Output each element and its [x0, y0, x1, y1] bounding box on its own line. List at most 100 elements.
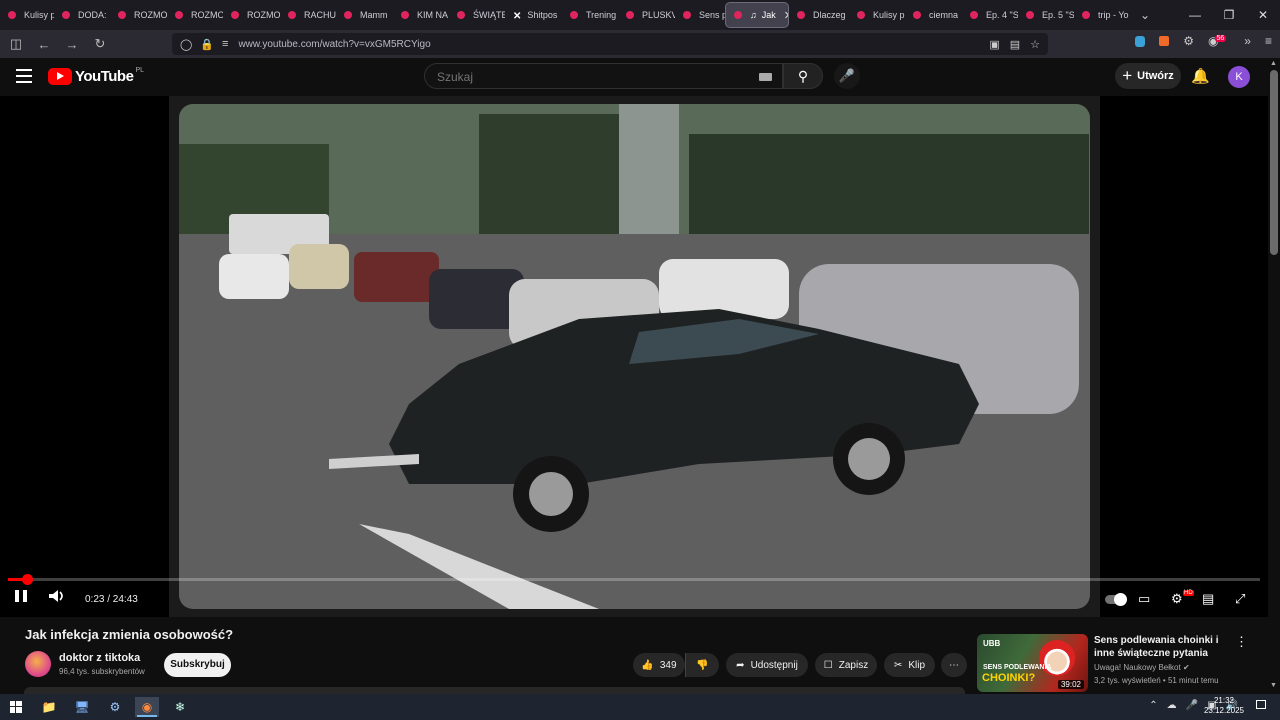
like-button[interactable]: 👍 349 — [633, 653, 685, 677]
subscribe-button[interactable]: Subskrybuj — [164, 653, 231, 677]
search-box — [424, 63, 783, 89]
bookmark-star-icon[interactable]: ☆ — [1030, 38, 1040, 51]
recommended-video-title[interactable]: Sens podlewania choinki i inne świąteczn… — [1094, 634, 1234, 660]
progress-scrubber[interactable] — [22, 574, 34, 585]
tab-label: Trening — [586, 10, 617, 20]
theater-mode-button[interactable]: ▤ — [1202, 591, 1214, 607]
browser-tab[interactable]: Mamm — [336, 0, 393, 30]
reload-icon[interactable]: ↻ — [88, 36, 112, 52]
browser-tab[interactable]: Ep. 4 "S — [962, 0, 1018, 30]
browser-tab[interactable]: PLUSKV — [618, 0, 675, 30]
video-frame[interactable] — [169, 96, 1100, 617]
keyboard-icon[interactable] — [759, 73, 772, 81]
video-player[interactable]: 0:23 / 24:43 ▭ ⚙ HD ▤ ⤢ — [0, 96, 1268, 617]
tab-list-chevron-icon[interactable]: ⌄ — [1140, 8, 1150, 22]
youtube-icon — [1026, 11, 1034, 19]
overflow-menu-icon[interactable]: » — [1244, 34, 1251, 48]
url-bar[interactable]: ◯ 🔒 ≡ www.youtube.com/watch?v=vxGM5RCYig… — [172, 33, 1048, 55]
browser-tab[interactable]: RACHU — [280, 0, 336, 30]
search-input[interactable] — [435, 69, 739, 85]
notifications-bell-icon[interactable]: 🔔 — [1191, 67, 1210, 85]
minimize-icon[interactable]: — — [1178, 0, 1212, 30]
browser-tab[interactable]: KIM NA — [393, 0, 449, 30]
browser-tab[interactable]: trip - Yo — [1074, 0, 1130, 30]
browser-tab[interactable]: Sens po — [675, 0, 725, 30]
start-windows-icon[interactable] — [4, 697, 28, 717]
browser-tab[interactable]: Dlaczeg — [789, 0, 849, 30]
page-scrollbar[interactable]: ▲ ▼ — [1268, 58, 1280, 694]
recommended-channel[interactable]: Uwaga! Naukowy Bełkot ✔ — [1094, 663, 1190, 672]
restore-icon[interactable]: ❐ — [1212, 0, 1246, 30]
browser-tab-active[interactable]: ♫Jak✕ — [725, 2, 789, 28]
close-window-icon[interactable]: ✕ — [1246, 0, 1280, 30]
scroll-down-icon[interactable]: ▼ — [1270, 682, 1277, 689]
volume-button[interactable] — [48, 589, 66, 608]
dislike-button[interactable]: 👎 — [685, 653, 719, 677]
steam-icon[interactable]: ⚙ — [103, 697, 127, 717]
browser-tab[interactable]: ROZMO — [167, 0, 223, 30]
search-icon: ⚲ — [797, 68, 809, 84]
forward-icon[interactable]: → — [60, 37, 84, 52]
create-button[interactable]: + Utwórz — [1115, 63, 1181, 89]
youtube-icon — [913, 11, 921, 19]
browser-tab[interactable]: Trening — [562, 0, 618, 30]
search-button[interactable]: ⚲ — [783, 63, 823, 89]
scroll-up-icon[interactable]: ▲ — [1270, 60, 1277, 67]
vpn-extension-icon[interactable] — [1135, 35, 1146, 47]
share-label: Udostępnij — [750, 659, 798, 671]
back-icon[interactable]: ← — [32, 37, 56, 52]
more-horizontal-icon: ⋯ — [949, 659, 959, 671]
scrollbar-thumb[interactable] — [1270, 70, 1278, 255]
tab-label: Dlaczeg — [813, 10, 846, 20]
clip-button[interactable]: ✂ Klip — [884, 653, 935, 677]
microphone-tray-icon[interactable]: 🎤 — [1186, 700, 1198, 711]
youtube-logo[interactable]: YouTube PL — [48, 67, 144, 85]
account-avatar[interactable]: K — [1228, 66, 1250, 88]
channel-avatar[interactable] — [25, 651, 51, 677]
recommended-more-icon[interactable]: ⋮ — [1235, 634, 1248, 650]
permissions-icon[interactable]: ≡ — [222, 38, 228, 50]
sidebar-toggle-icon[interactable]: ◫ — [4, 36, 28, 52]
share-button[interactable]: ➦ Udostępnij — [726, 653, 808, 677]
lock-icon[interactable]: 🔒 — [200, 38, 214, 51]
youtube-icon — [683, 11, 691, 19]
channel-name[interactable]: doktor z tiktoka — [59, 652, 140, 664]
app-icon[interactable]: ❄ — [168, 697, 192, 717]
browser-tab[interactable]: ciemna — [905, 0, 962, 30]
orange-extension-icon[interactable] — [1159, 36, 1170, 46]
browser-tab[interactable]: Kulisy p — [0, 0, 54, 30]
picture-in-picture-icon[interactable]: ▣ — [989, 38, 999, 51]
reader-view-icon[interactable]: ▤ — [1010, 38, 1020, 51]
more-actions-button[interactable]: ⋯ — [941, 653, 967, 677]
guide-menu-icon[interactable] — [16, 69, 32, 87]
tab-audio-icon[interactable]: ♫ — [750, 10, 757, 20]
firefox-icon[interactable]: ◉ — [135, 697, 159, 717]
pause-button[interactable] — [14, 589, 28, 608]
notifications-icon[interactable] — [1256, 700, 1266, 709]
browser-tab[interactable]: ROZMO — [110, 0, 167, 30]
file-explorer-icon[interactable]: 📁 — [37, 697, 61, 717]
url-text[interactable]: www.youtube.com/watch?v=vxGM5RCYigo — [238, 39, 430, 50]
hamburger-menu-icon[interactable]: ≡ — [1265, 34, 1272, 48]
browser-tab[interactable]: ✕ Shitpos — [505, 0, 562, 30]
voice-search-button[interactable]: 🎤 — [834, 63, 860, 89]
recommended-video-thumbnail[interactable]: UBB SENS PODLEWANIA CHOINKI? 39:02 — [977, 634, 1088, 692]
browser-tab[interactable]: Ep. 5 "S — [1018, 0, 1074, 30]
save-button[interactable]: ☐ Zapisz — [815, 653, 877, 677]
browser-tab[interactable]: ŚWIĄTE — [449, 0, 505, 30]
remote-desktop-icon[interactable]: 🖥 — [70, 697, 94, 717]
adblock-extension-icon[interactable]: ◉56 — [1208, 34, 1230, 48]
subtitles-button[interactable]: ▭ — [1138, 591, 1150, 607]
extensions-puzzle-icon[interactable]: ⚙ — [1183, 34, 1194, 48]
browser-tab[interactable]: Kulisy p — [849, 0, 905, 30]
clock[interactable]: 21:32 23.12.2025 — [1204, 696, 1244, 716]
fullscreen-button[interactable]: ⤢ — [1235, 591, 1245, 607]
tracking-shield-icon[interactable]: ◯ — [180, 38, 192, 51]
autoplay-toggle[interactable] — [1105, 593, 1127, 606]
browser-tab[interactable]: DODA: — [54, 0, 110, 30]
progress-bar[interactable] — [8, 574, 1260, 585]
tray-expand-icon[interactable]: ⌃ — [1149, 700, 1157, 711]
onedrive-icon[interactable]: ☁ — [1167, 700, 1177, 711]
browser-tab[interactable]: ROZMO — [223, 0, 280, 30]
settings-button[interactable]: ⚙ — [1171, 591, 1183, 607]
